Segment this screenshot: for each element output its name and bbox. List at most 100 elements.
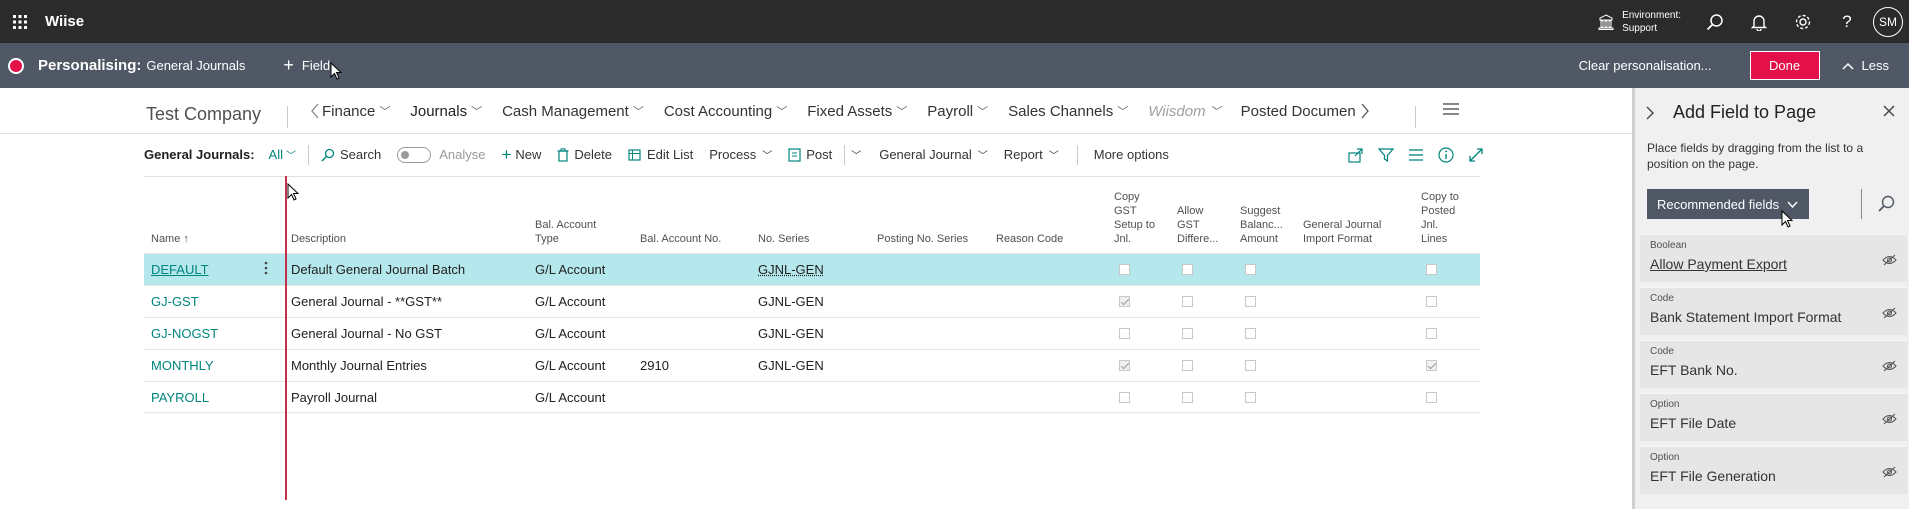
process-menu[interactable]: Process ﹀ <box>709 147 772 162</box>
column-header-copy-gst-setup[interactable]: Copy GST Setup to Jnl. <box>1114 190 1155 246</box>
edit-list-button[interactable]: Edit List <box>628 147 693 162</box>
field-card[interactable]: Option EFT File Generation <box>1640 446 1907 494</box>
environment-indicator[interactable]: Environment: Support <box>1598 9 1681 35</box>
checkbox-copy-to-posted[interactable] <box>1426 360 1437 371</box>
nav-item-journals[interactable]: Journals ﹀ <box>410 103 482 120</box>
field-name[interactable]: EFT Bank No. <box>1650 362 1738 378</box>
cell-bal-account-type[interactable]: G/L Account <box>535 326 605 341</box>
post-button[interactable]: Post <box>788 147 832 162</box>
expand-icon[interactable] <box>1468 147 1484 163</box>
cell-name[interactable]: GJ-GST <box>151 294 199 309</box>
hidden-eye-icon[interactable] <box>1882 360 1897 372</box>
cell-bal-account-no[interactable]: 2910 <box>640 358 669 373</box>
field-name[interactable]: EFT File Date <box>1650 415 1736 431</box>
field-card[interactable]: Boolean Allow Payment Export <box>1640 234 1907 282</box>
column-header-suggest-balancing[interactable]: Suggest Balanc... Amount <box>1240 204 1283 246</box>
cell-description[interactable]: Payroll Journal <box>291 390 377 405</box>
filter-view-dropdown[interactable]: All ﹀ <box>269 147 296 162</box>
report-menu[interactable]: Report ﹀ <box>1004 147 1059 162</box>
field-card[interactable]: Code Bank Statement Import Format <box>1640 287 1907 335</box>
help-icon[interactable]: ? <box>1825 0 1869 43</box>
column-header-description[interactable]: Description <box>291 232 346 246</box>
cell-description[interactable]: Default General Journal Batch <box>291 262 465 277</box>
cell-bal-account-type[interactable]: G/L Account <box>535 262 605 277</box>
checkbox-copy-to-posted[interactable] <box>1426 392 1437 403</box>
column-header-no-series[interactable]: No. Series <box>758 232 809 246</box>
cell-name[interactable]: PAYROLL <box>151 390 209 405</box>
cell-description[interactable]: General Journal - **GST** <box>291 294 442 309</box>
checkbox-allow-gst[interactable] <box>1182 264 1193 275</box>
column-header-name[interactable]: Name ↑ <box>151 232 189 246</box>
checkbox-copy-gst[interactable] <box>1119 328 1130 339</box>
field-name[interactable]: Allow Payment Export <box>1650 256 1787 272</box>
recommended-fields-dropdown[interactable]: Recommended fields <box>1647 189 1809 219</box>
checkbox-suggest-balancing[interactable] <box>1245 360 1256 371</box>
nav-item-sales-channels[interactable]: Sales Channels ﹀ <box>1008 103 1128 120</box>
table-row[interactable]: GJ-GST General Journal - **GST** G/L Accou… <box>144 285 1480 317</box>
search-icon[interactable] <box>1878 195 1895 212</box>
cell-no-series[interactable]: GJNL-GEN <box>758 262 824 277</box>
hidden-eye-icon[interactable] <box>1882 413 1897 425</box>
cell-description[interactable]: General Journal - No GST <box>291 326 442 341</box>
avatar[interactable]: SM <box>1873 6 1903 37</box>
add-field-button[interactable]: + Field <box>283 55 330 76</box>
column-header-reason-code[interactable]: Reason Code <box>996 232 1063 246</box>
hamburger-menu-icon[interactable] <box>1442 102 1460 116</box>
checkbox-allow-gst[interactable] <box>1182 296 1193 307</box>
checkbox-suggest-balancing[interactable] <box>1245 328 1256 339</box>
column-header-allow-gst-difference[interactable]: Allow GST Differe... <box>1177 204 1218 246</box>
more-options-button[interactable]: More options <box>1094 147 1169 162</box>
nav-item-cost-accounting[interactable]: Cost Accounting ﹀ <box>664 103 787 120</box>
checkbox-suggest-balancing[interactable] <box>1245 264 1256 275</box>
clear-personalisation-button[interactable]: Clear personalisation... <box>1579 58 1712 73</box>
hidden-eye-icon[interactable] <box>1882 466 1897 478</box>
analyse-toggle[interactable]: Analyse <box>397 146 485 163</box>
table-row[interactable]: MONTHLY Monthly Journal Entries G/L Accoun… <box>144 349 1480 381</box>
nav-item-cash-management[interactable]: Cash Management ﹀ <box>502 103 644 120</box>
hidden-eye-icon[interactable] <box>1882 307 1897 319</box>
cell-bal-account-type[interactable]: G/L Account <box>535 358 605 373</box>
company-name[interactable]: Test Company <box>146 104 261 125</box>
column-header-posting-no-series[interactable]: Posting No. Series <box>877 232 968 246</box>
cell-bal-account-type[interactable]: G/L Account <box>535 390 605 405</box>
cell-name[interactable]: DEFAULT <box>151 262 209 277</box>
table-row[interactable]: PAYROLL Payroll Journal G/L Account <box>144 381 1480 413</box>
app-launcher-icon[interactable] <box>5 7 35 37</box>
gear-icon[interactable] <box>1781 0 1825 43</box>
checkbox-suggest-balancing[interactable] <box>1245 296 1256 307</box>
table-row[interactable]: GJ-NOGST General Journal - No GST G/L Acco… <box>144 317 1480 349</box>
field-name[interactable]: EFT File Generation <box>1650 468 1776 484</box>
collapse-panel-icon[interactable] <box>1645 105 1655 121</box>
general-journal-menu[interactable]: General Journal ﹀ <box>879 147 988 162</box>
chevron-right-icon[interactable] <box>1360 102 1370 120</box>
checkbox-copy-to-posted[interactable] <box>1426 328 1437 339</box>
filter-icon[interactable] <box>1378 147 1394 163</box>
bell-icon[interactable] <box>1737 0 1781 43</box>
new-button[interactable]: + New <box>501 145 541 165</box>
column-header-bal-account-no[interactable]: Bal. Account No. <box>640 232 721 246</box>
cell-no-series[interactable]: GJNL-GEN <box>758 294 824 309</box>
field-name[interactable]: Bank Statement Import Format <box>1650 309 1841 325</box>
search-icon[interactable] <box>1693 0 1737 43</box>
app-name[interactable]: Wiise <box>45 13 84 30</box>
share-icon[interactable] <box>1348 147 1364 163</box>
row-actions-icon[interactable] <box>264 260 268 276</box>
cell-name[interactable]: MONTHLY <box>151 358 214 373</box>
column-header-bal-account-type[interactable]: Bal. Account Type <box>535 218 596 246</box>
column-header-import-format[interactable]: General Journal Import Format <box>1303 218 1381 246</box>
post-more-chevron[interactable]: ﹀ <box>851 147 861 162</box>
chevron-left-icon[interactable] <box>310 102 320 120</box>
cell-no-series[interactable]: GJNL-GEN <box>758 326 824 341</box>
nav-item-wiisdom[interactable]: Wiisdom ﹀ <box>1148 103 1220 120</box>
checkbox-copy-to-posted[interactable] <box>1426 296 1437 307</box>
cell-no-series[interactable]: GJNL-GEN <box>758 358 824 373</box>
field-card[interactable]: Option EFT File Date <box>1640 393 1907 441</box>
checkbox-allow-gst[interactable] <box>1182 392 1193 403</box>
checkbox-copy-gst[interactable] <box>1119 392 1130 403</box>
hidden-eye-icon[interactable] <box>1882 254 1897 266</box>
close-icon[interactable] <box>1883 105 1895 117</box>
checkbox-allow-gst[interactable] <box>1182 328 1193 339</box>
nav-item-posted-documents[interactable]: Posted Documen <box>1241 103 1356 120</box>
checkbox-copy-gst[interactable] <box>1119 296 1130 307</box>
checkbox-copy-gst[interactable] <box>1119 264 1130 275</box>
